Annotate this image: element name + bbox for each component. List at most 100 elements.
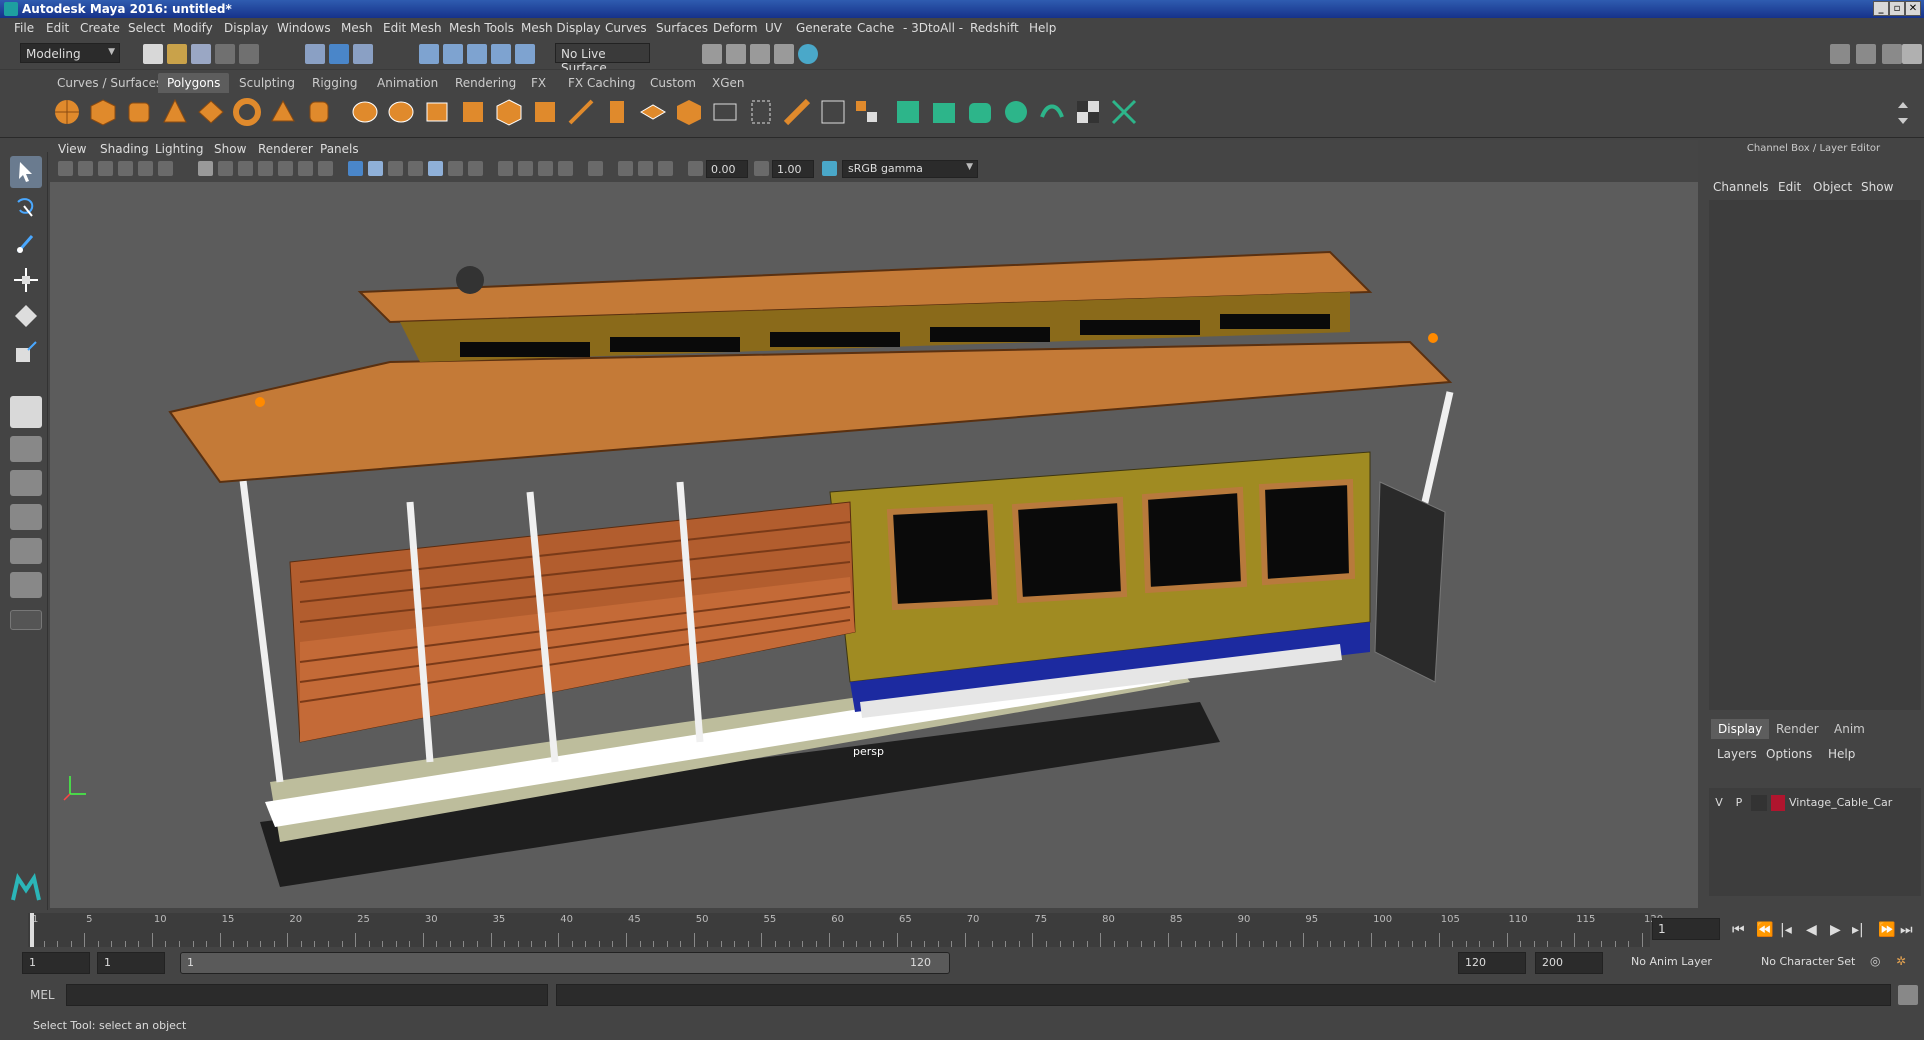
animation-end-field[interactable]: 200	[1535, 952, 1603, 974]
bevel-icon[interactable]	[638, 97, 668, 127]
layer-color-swatch[interactable]	[1771, 795, 1785, 811]
snap-view-plane-icon[interactable]	[491, 44, 511, 64]
menu-help[interactable]: Help	[1029, 21, 1056, 35]
motion-blur-icon[interactable]	[518, 161, 533, 176]
layer-menu-help[interactable]: Help	[1828, 747, 1855, 761]
shelf-tab-custom[interactable]: Custom	[641, 73, 705, 93]
workspace-icon[interactable]	[1830, 44, 1850, 64]
film-gate-icon[interactable]	[218, 161, 233, 176]
undo-icon[interactable]	[215, 44, 235, 64]
select-component-icon[interactable]	[353, 44, 373, 64]
menu-generate[interactable]: Generate	[796, 21, 852, 35]
isolate-select-icon[interactable]	[588, 161, 603, 176]
shelf-tab-sculpting[interactable]: Sculpting	[230, 73, 304, 93]
camera-attributes-icon[interactable]	[78, 161, 93, 176]
menu-curves[interactable]: Curves	[605, 21, 647, 35]
shelf-tab-xgen[interactable]: XGen	[703, 73, 754, 93]
grid-icon[interactable]	[198, 161, 213, 176]
smooth-icon[interactable]	[458, 97, 488, 127]
safe-title-icon[interactable]	[318, 161, 333, 176]
shelf-tab-animation[interactable]: Animation	[368, 73, 447, 93]
playback-start-field[interactable]: 1	[97, 952, 165, 974]
poly-pyramid-icon[interactable]	[268, 97, 298, 127]
go-to-end-icon[interactable]: ⏭	[1900, 922, 1913, 938]
redo-icon[interactable]	[239, 44, 259, 64]
viewport-menu-view[interactable]: View	[58, 142, 86, 156]
poly-plane-icon[interactable]	[196, 97, 226, 127]
shelf-tab-rendering[interactable]: Rendering	[446, 73, 525, 93]
poly-sphere-icon[interactable]	[52, 97, 82, 127]
collapse-icon[interactable]	[852, 97, 882, 127]
poly-torus-icon[interactable]	[232, 97, 262, 127]
snap-point-icon[interactable]	[467, 44, 487, 64]
perspective-viewport[interactable]	[50, 182, 1698, 908]
uv-editor-icon[interactable]	[893, 97, 923, 127]
range-bar[interactable]: 1 120	[180, 952, 950, 974]
layer-menu-layers[interactable]: Layers	[1717, 747, 1757, 761]
grease-pencil-icon[interactable]	[158, 161, 173, 176]
safe-action-icon[interactable]	[298, 161, 313, 176]
cylindrical-mapping-icon[interactable]	[965, 97, 995, 127]
menu-redshift[interactable]: Redshift	[970, 21, 1019, 35]
layer-visibility-toggle[interactable]: V	[1711, 795, 1727, 811]
snap-curve-icon[interactable]	[443, 44, 463, 64]
exposure-field[interactable]: 0.00	[706, 160, 748, 178]
menu-3dtoall[interactable]: - 3DtoAll -	[903, 21, 963, 35]
wireframe-on-shaded-icon[interactable]	[408, 161, 423, 176]
spherical-mapping-icon[interactable]	[1001, 97, 1031, 127]
textured-icon[interactable]	[428, 161, 443, 176]
save-scene-icon[interactable]	[191, 44, 211, 64]
layer-playback-toggle[interactable]: P	[1731, 795, 1747, 811]
render-view-icon[interactable]	[702, 44, 722, 64]
shelf-tab-rigging[interactable]: Rigging	[303, 73, 366, 93]
smooth-shade-icon[interactable]	[368, 161, 383, 176]
shelf-tab-fx[interactable]: FX	[522, 73, 555, 93]
channel-menu-object[interactable]: Object	[1813, 180, 1852, 194]
rotate-tool-icon[interactable]	[10, 300, 42, 332]
extract-icon[interactable]	[422, 97, 452, 127]
insert-edge-loop-icon[interactable]	[710, 97, 740, 127]
current-time-marker[interactable]	[30, 913, 34, 947]
shelf-scroll-icon[interactable]	[1896, 100, 1910, 126]
minimize-button[interactable]: _	[1873, 1, 1889, 16]
select-hierarchy-icon[interactable]	[305, 44, 325, 64]
select-tool-icon[interactable]	[10, 156, 42, 188]
channel-list[interactable]	[1709, 200, 1921, 710]
menu-surfaces[interactable]: Surfaces	[656, 21, 708, 35]
animation-start-field[interactable]: 1	[22, 952, 90, 974]
persp-outliner-layout-icon[interactable]	[10, 470, 42, 496]
move-tool-icon[interactable]	[10, 264, 42, 296]
maximize-button[interactable]: ▫	[1889, 1, 1905, 16]
menu-uv[interactable]: UV	[765, 21, 782, 35]
fill-hole-icon[interactable]	[674, 97, 704, 127]
wireframe-icon[interactable]	[348, 161, 363, 176]
viewport-menu-show[interactable]: Show	[214, 142, 246, 156]
automatic-mapping-icon[interactable]	[1037, 97, 1067, 127]
xray-icon[interactable]	[618, 161, 633, 176]
snap-live-icon[interactable]	[515, 44, 535, 64]
planar-mapping-icon[interactable]	[929, 97, 959, 127]
ipr-render-icon[interactable]	[750, 44, 770, 64]
default-material-icon[interactable]	[388, 161, 403, 176]
channel-menu-channels[interactable]: Channels	[1713, 180, 1769, 194]
view-transform-dropdown[interactable]: sRGB gamma ▼	[842, 160, 978, 178]
menu-windows[interactable]: Windows	[277, 21, 331, 35]
bridge-icon[interactable]	[566, 97, 596, 127]
playback-end-field[interactable]: 120	[1458, 952, 1526, 974]
go-to-start-icon[interactable]: ⏮	[1732, 922, 1745, 938]
lasso-tool-icon[interactable]	[10, 192, 42, 224]
target-weld-icon[interactable]	[818, 97, 848, 127]
boolean-icon[interactable]	[494, 97, 524, 127]
anim-layer-dropdown[interactable]: No Anim Layer	[1625, 952, 1750, 974]
depth-of-field-icon[interactable]	[558, 161, 573, 176]
unfold-icon[interactable]	[1109, 97, 1139, 127]
step-back-key-icon[interactable]: |◂	[1780, 922, 1792, 938]
layer-menu-options[interactable]: Options	[1766, 747, 1812, 761]
screen-space-ao-icon[interactable]	[498, 161, 513, 176]
use-all-lights-icon[interactable]	[448, 161, 463, 176]
time-slider-track[interactable]: 1 5 10 15 20 25 30 35 40 45 50 55 60 65 70 75 80 85 90 95 10…	[28, 913, 1663, 947]
channel-menu-show[interactable]: Show	[1861, 180, 1893, 194]
step-back-icon[interactable]: ⏪	[1756, 922, 1773, 938]
bookmark-icon[interactable]	[98, 161, 113, 176]
tab-render[interactable]: Render	[1769, 719, 1826, 739]
